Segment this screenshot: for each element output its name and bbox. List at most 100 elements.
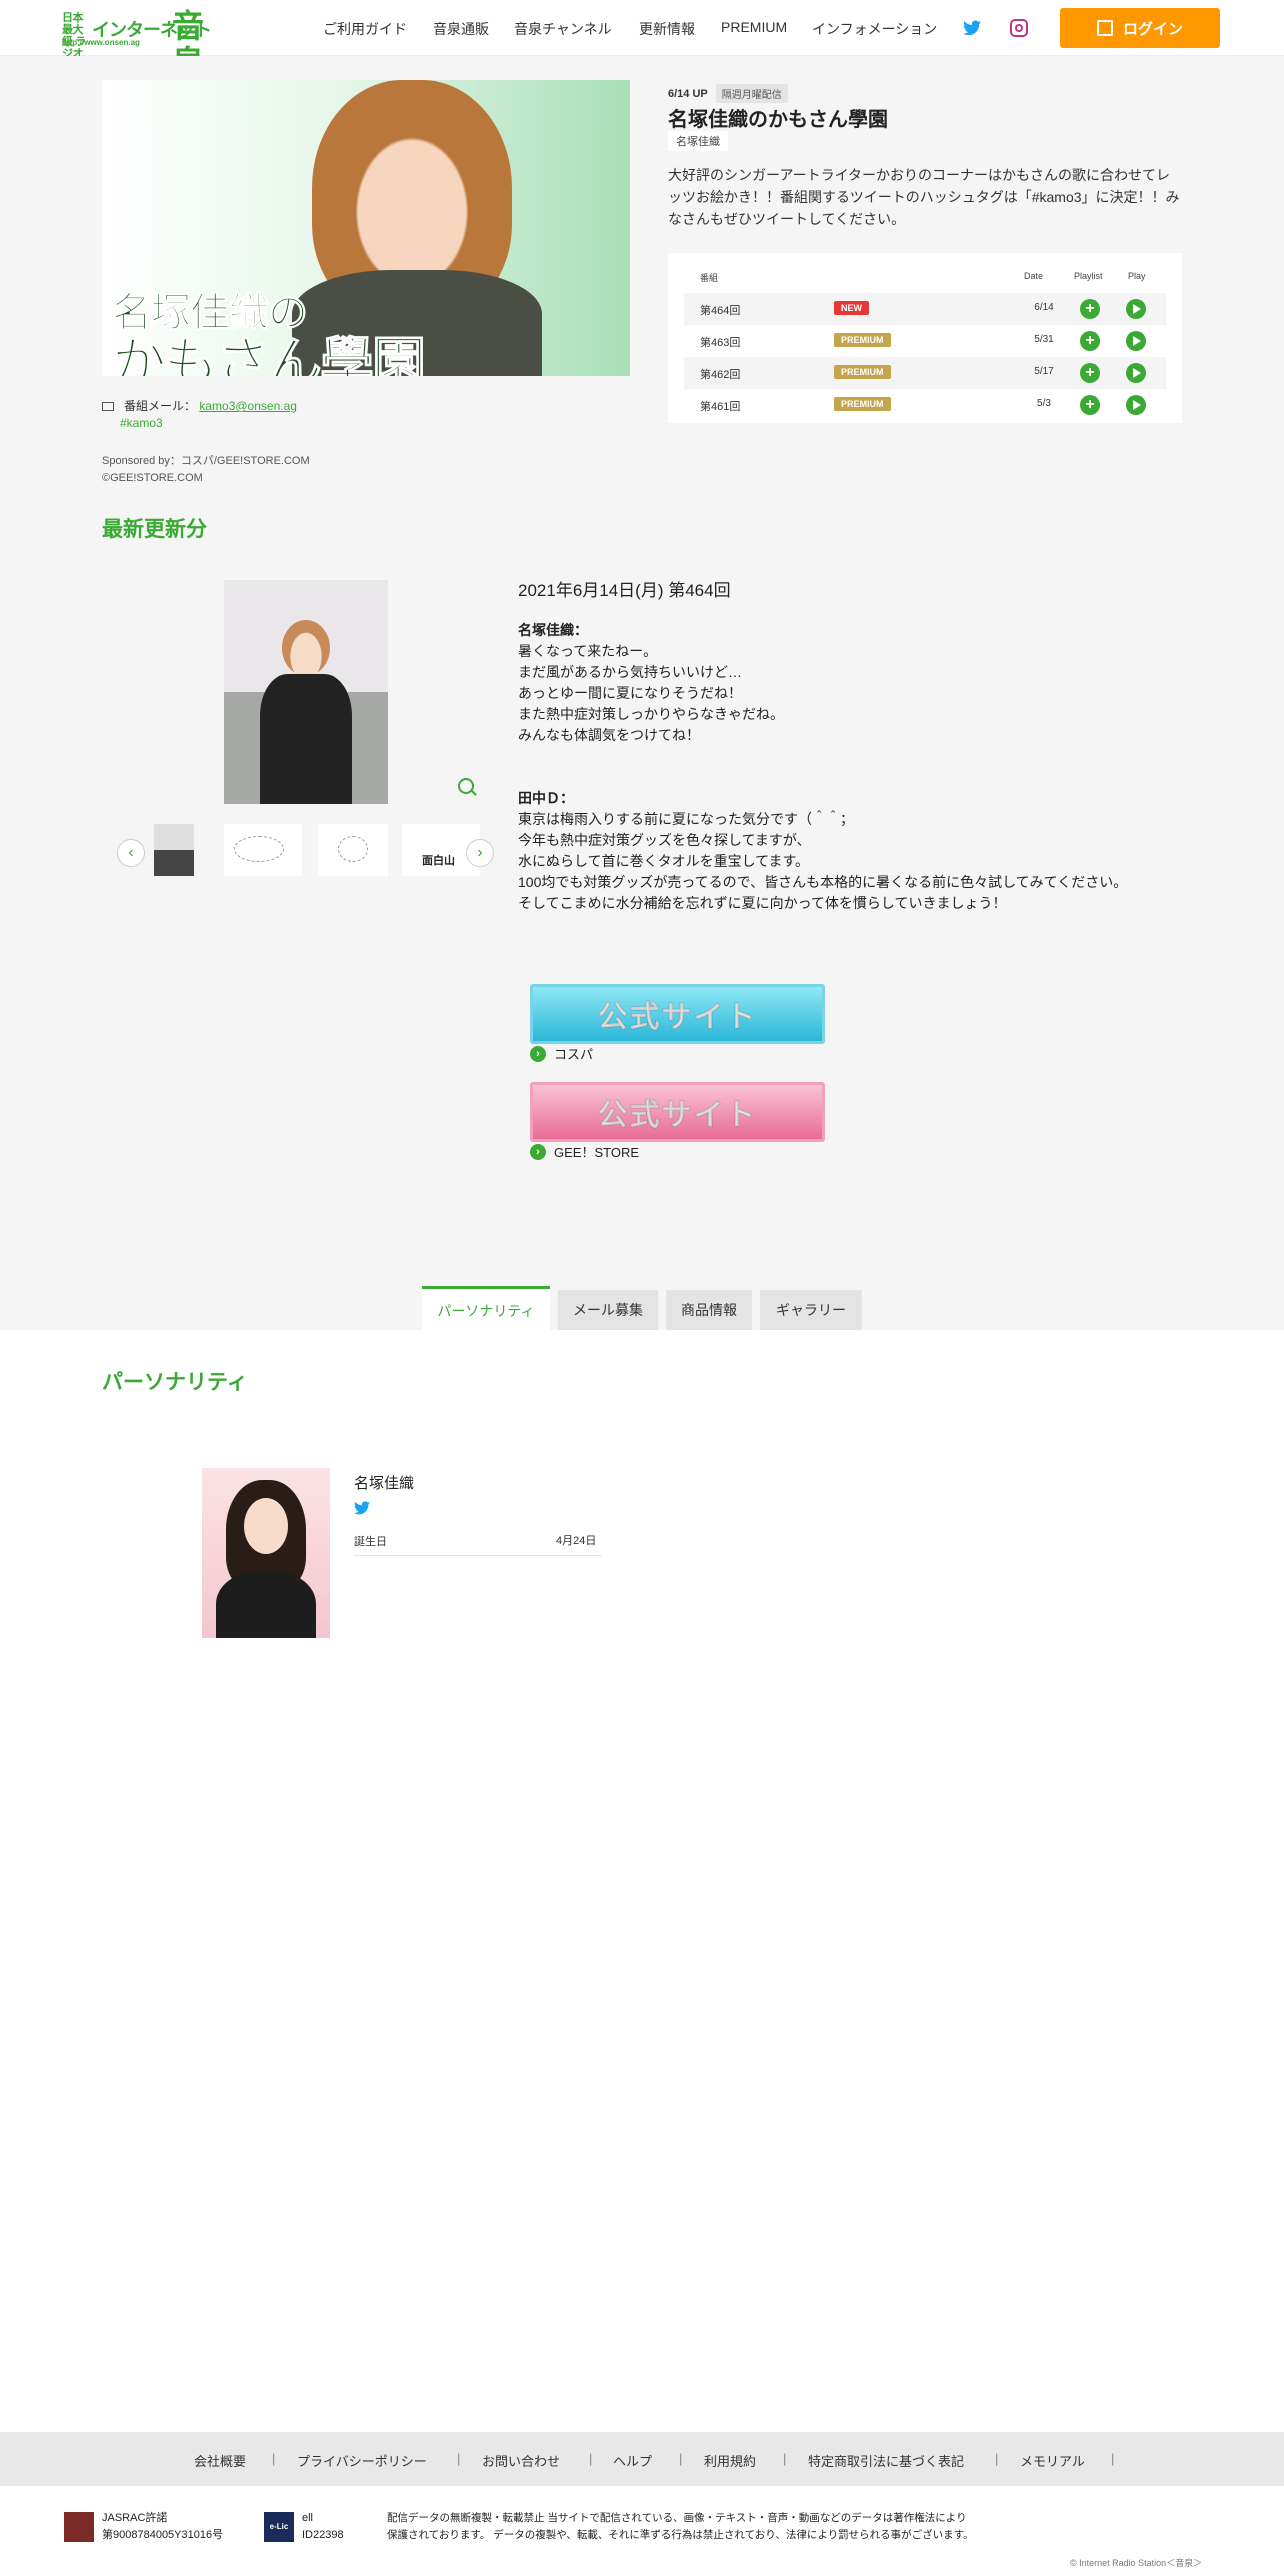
official-site-banner-cospa[interactable]: 公式サイト (530, 984, 825, 1044)
tab-goods[interactable]: 商品情報 (666, 1290, 752, 1330)
personality-name: 名塚佳織 (354, 1475, 415, 1492)
post-line: また熱中症対策しっかりやらなきゃだね。 (518, 706, 784, 722)
footer-link-help[interactable]: ヘルプ (613, 2451, 652, 2470)
jasrac-info: JASRAC許諾 第9008784005Y31016号 (102, 2510, 223, 2544)
episode-row[interactable]: 第461回 PREMIUM 5/3 + (684, 389, 1166, 421)
episode-number: 第462回 (700, 369, 741, 381)
program-hero-image: 名塚佳織の かもさん學園 (102, 80, 630, 376)
program-hashtag[interactable]: #kamo3 (120, 416, 163, 430)
gallery-main-photo[interactable] (224, 580, 388, 804)
nav-premium[interactable]: PREMIUM (721, 19, 787, 35)
post-line: みんなも体調気をつけてね！ (518, 727, 700, 743)
episode-row[interactable]: 第462回 PREMIUM 5/17 + (684, 357, 1166, 389)
play-header: Play (1128, 271, 1146, 281)
banner-caption-text: GEE！STORE (554, 1145, 640, 1160)
nav-channel[interactable]: 音泉チャンネル (514, 19, 612, 39)
add-playlist-icon[interactable]: + (1080, 363, 1100, 383)
elicense-line2: ID22398 (302, 2529, 344, 2541)
play-icon[interactable] (1126, 395, 1146, 415)
birthday-value: 4月24日 (556, 1535, 597, 1547)
program-title: 名塚佳織のかもさん學園 (668, 109, 888, 131)
gallery-prev-button[interactable]: ‹ (117, 839, 145, 867)
post-line: 100均でも対策グッズが売ってるので、皆さんも本格的に暑くなる前に色々試してみて… (518, 874, 1128, 890)
program-description: 大好評のシンガーアートライターかおりのコーナーはかもさんの歌に合わせてレッツお絵… (668, 167, 1180, 227)
chevron-right-icon: › (530, 1045, 546, 1062)
program-badges: 6/14 UP 隔週月曜配信 (668, 84, 788, 103)
date-header: Date (1024, 271, 1044, 281)
episode-date: 5/31 (1034, 334, 1054, 345)
post-line: あっとゆー間に夏になりそうだね！ (518, 685, 742, 701)
banner-caption-text: コスパ (554, 1047, 594, 1062)
episode-tag: PREMIUM (834, 333, 891, 347)
schedule-badge: 隔週月曜配信 (715, 84, 788, 103)
gallery-thumbnail[interactable] (224, 824, 302, 876)
nav-guide[interactable]: ご利用ガイド (323, 19, 407, 39)
gallery-thumbnail[interactable] (318, 824, 388, 876)
episode-list: 番組 Date Playlist Play 第464回 NEW 6/14 + 第… (668, 253, 1182, 423)
post-line: 暑くなって来たねー。 (518, 643, 658, 659)
jasrac-logo (64, 2512, 94, 2542)
elicense-info: ell ID22398 (302, 2510, 344, 2544)
personality-birthday-row: 誕生日 4月24日 (354, 1530, 602, 1556)
gallery-thumbnail[interactable] (154, 824, 194, 876)
footer-link-privacy[interactable]: プライバシーポリシー (297, 2451, 427, 2470)
post-line: 今年も熱中症対策グッズを色々探してますが、 (518, 832, 811, 848)
footer-link-commerce-law[interactable]: 特定商取引法に基づく表記 (808, 2451, 964, 2470)
episode-row[interactable]: 第463回 PREMIUM 5/31 + (684, 325, 1166, 357)
twitter-icon[interactable] (354, 1501, 370, 1515)
program-mail: 番組メール： kamo3@onsen.ag (102, 397, 297, 414)
footer-link-memorial[interactable]: メモリアル (1020, 2451, 1085, 2470)
tab-gallery[interactable]: ギャラリー (760, 1290, 862, 1330)
nav-information[interactable]: インフォメーション (812, 19, 937, 39)
episode-date: 5/3 (1037, 398, 1051, 409)
notice-line2: 保護されております。 データの複製や、転載、それに準ずる行為は禁止されており、法… (387, 2529, 974, 2541)
sponsor-info: Sponsored by：コスパ/GEE!STORE.COM ©GEE!STOR… (102, 453, 310, 487)
logo-url: http://www.onsen.ag (62, 38, 140, 47)
personality-section-title: パーソナリティ (102, 1371, 248, 1394)
footer-link-terms[interactable]: 利用規約 (704, 2451, 756, 2470)
banner-caption[interactable]: › コスパ (530, 1044, 593, 1063)
nav-updates[interactable]: 更新情報 (639, 19, 695, 39)
official-site-banner-geestore[interactable]: 公式サイト (530, 1082, 825, 1142)
tab-mail[interactable]: メール募集 (558, 1290, 658, 1330)
gallery-next-button[interactable]: › (466, 839, 494, 867)
post-line: まだ風があるから気持ちいいけど… (518, 664, 742, 680)
play-icon[interactable] (1126, 299, 1146, 319)
site-header: 日本最大級 ラジオステーション インターネット http://www.onsen… (0, 0, 1284, 96)
mail-icon (102, 402, 114, 412)
site-logo[interactable]: 日本最大級 ラジオステーション インターネット http://www.onsen… (62, 8, 220, 96)
thumbnail-text: 面白山 (422, 855, 455, 867)
mail-address-link[interactable]: kamo3@onsen.ag (199, 399, 297, 413)
add-playlist-icon[interactable]: + (1080, 331, 1100, 351)
play-icon[interactable] (1126, 363, 1146, 383)
post-author: 田中Ｄ： (518, 790, 574, 806)
banner-caption[interactable]: › GEE！STORE (530, 1142, 639, 1161)
mail-label: 番組メール： (124, 399, 197, 413)
episode-row[interactable]: 第464回 NEW 6/14 + (684, 293, 1166, 325)
update-badge: 6/14 UP (668, 87, 708, 100)
play-icon[interactable] (1126, 331, 1146, 351)
program-cast[interactable]: 名塚佳織 (668, 131, 728, 151)
post-line: 東京は梅雨入りする前に夏になった気分です（＾＾； (518, 811, 854, 827)
add-playlist-icon[interactable]: + (1080, 395, 1100, 415)
jasrac-line1: JASRAC許諾 (102, 2512, 168, 2524)
login-icon (1096, 20, 1113, 36)
notice-line1: 配信データの無断複製・転載禁止 当サイトで配信されている、画像・テキスト・音声・… (387, 2512, 967, 2524)
twitter-icon[interactable] (963, 20, 981, 36)
banner-text: 公式サイト (597, 1099, 758, 1133)
chevron-right-icon: › (530, 1143, 546, 1160)
add-playlist-icon[interactable]: + (1080, 299, 1100, 319)
instagram-icon[interactable] (1010, 19, 1028, 37)
sponsor-line: Sponsored by：コスパ/GEE!STORE.COM (102, 455, 310, 467)
zoom-icon[interactable] (458, 778, 474, 794)
footer-link-contact[interactable]: お問い合わせ (482, 2451, 560, 2470)
latest-section-title: 最新更新分 (102, 518, 207, 541)
footer-link-company[interactable]: 会社概要 (194, 2451, 246, 2470)
episode-number: 第463回 (700, 337, 741, 349)
nav-shop[interactable]: 音泉通販 (433, 19, 489, 39)
login-button[interactable]: ログイン (1060, 8, 1220, 48)
footer-links: 会社概要 | プライバシーポリシー | お問い合わせ | ヘルプ | 利用規約 … (0, 2432, 1284, 2486)
post-author: 名塚佳織： (518, 622, 588, 638)
tab-personality[interactable]: パーソナリティ (422, 1286, 550, 1330)
episode-number: 第461回 (700, 401, 741, 413)
